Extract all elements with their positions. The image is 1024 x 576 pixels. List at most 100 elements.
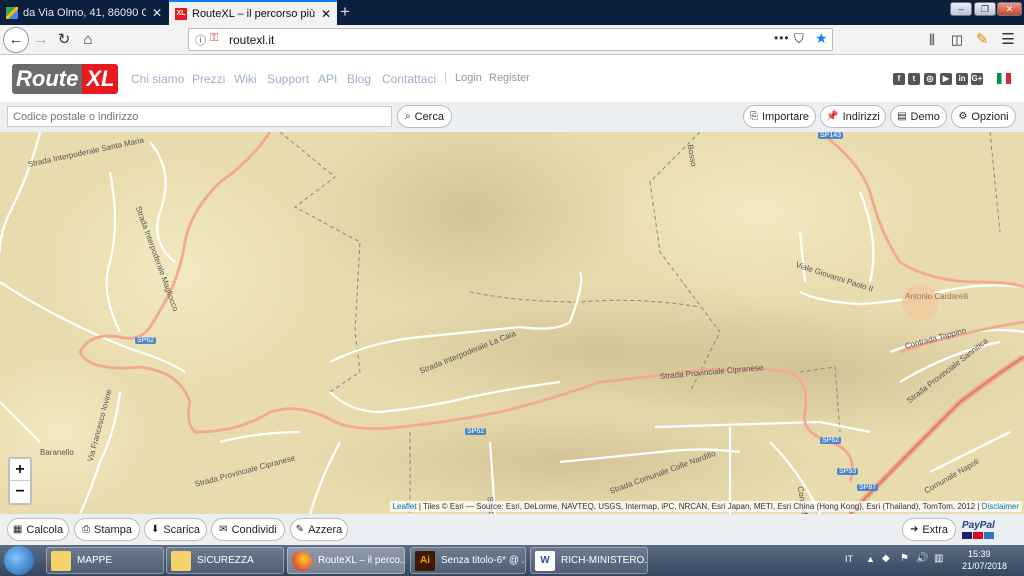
search-icon: ⌕ xyxy=(405,111,411,122)
road-shield: SP62 xyxy=(465,428,487,435)
sidebar-icon[interactable]: ◫ xyxy=(946,29,968,51)
info-icon[interactable]: ⓘ xyxy=(195,32,206,48)
tab-title: da Via Olmo, 41, 86090 Camere xyxy=(23,6,146,19)
print-button[interactable]: ⎙ Stampa xyxy=(74,518,140,541)
app-tray-icon[interactable]: ◆ xyxy=(882,553,890,564)
extension-icon[interactable]: ✎ xyxy=(971,29,993,51)
reset-button[interactable]: ✎ Azzera xyxy=(290,518,348,541)
menu-divider: | xyxy=(444,70,448,84)
routexl-logo[interactable]: Route XL xyxy=(12,64,119,94)
taskbar-item-illustrator[interactable]: Ai Senza titolo-6* @ ... xyxy=(410,547,526,574)
minimize-button[interactable]: – xyxy=(950,2,972,16)
options-button[interactable]: ⚙ Opzioni xyxy=(951,105,1016,128)
reload-icon[interactable]: ↻ xyxy=(53,29,75,51)
insecure-lock-icon: ⚿ xyxy=(210,32,219,44)
new-tab-button[interactable]: + xyxy=(340,2,350,22)
calculator-icon: ▦ xyxy=(12,524,23,535)
tab-routexl[interactable]: XL RouteXL – il percorso più rapido ✕ xyxy=(169,0,337,25)
restore-button[interactable]: ❐ xyxy=(974,2,996,16)
taskbar-item-sicurezza[interactable]: SICUREZZA xyxy=(166,547,284,574)
back-arrow-icon[interactable]: ← xyxy=(3,27,29,53)
taskbar-item-mappe[interactable]: MAPPE xyxy=(46,547,164,574)
url-text[interactable]: routexl.it xyxy=(229,33,274,47)
show-hidden-icons-icon[interactable]: ▲ xyxy=(866,554,875,564)
facebook-icon[interactable]: f xyxy=(893,73,905,85)
routexl-favicon: XL xyxy=(175,7,187,20)
instagram-icon[interactable]: ◎ xyxy=(924,73,936,85)
addresses-button[interactable]: 📌 Indirizzi xyxy=(820,105,886,128)
nav-link-chi-siamo[interactable]: Chi siamo xyxy=(131,72,184,86)
share-button[interactable]: ✉ Condividi xyxy=(211,518,285,541)
forward-arrow-icon[interactable]: → xyxy=(30,29,52,51)
road-shield: SP143 xyxy=(818,132,844,139)
nav-link-support[interactable]: Support xyxy=(267,72,309,86)
volume-icon[interactable]: 🔊 xyxy=(916,553,928,564)
youtube-icon[interactable]: ▶ xyxy=(940,73,952,85)
linkedin-icon[interactable]: in xyxy=(956,73,968,85)
word-document-icon: W xyxy=(535,550,555,571)
road-shield: SP87 xyxy=(857,484,879,491)
address-search-input[interactable] xyxy=(7,106,392,127)
map-label: Baranello xyxy=(40,448,74,457)
close-tab-icon[interactable]: ✕ xyxy=(321,7,331,21)
nav-link-blog[interactable]: Blog xyxy=(347,72,371,86)
bookmark-star-icon[interactable]: ★ xyxy=(815,30,828,47)
clock-date[interactable]: 21/07/2018 xyxy=(962,561,1007,571)
download-button[interactable]: ⬇ Scarica xyxy=(144,518,207,541)
site-header: Route XL Chi siamo Prezzi Wiki Support AP… xyxy=(0,56,1024,102)
browser-tab-bar: da Via Olmo, 41, 86090 Camere ✕ XL Route… xyxy=(0,0,1024,25)
search-button[interactable]: ⌕ Cerca xyxy=(397,105,452,128)
road-shield: SP62 xyxy=(135,337,157,344)
leaflet-link[interactable]: Leaflet xyxy=(393,502,417,511)
nav-link-register[interactable]: Register xyxy=(489,72,530,84)
nav-link-api[interactable]: API xyxy=(318,72,337,86)
extra-button[interactable]: ➜ Extra xyxy=(902,518,956,541)
taskbar-item-word[interactable]: W RICH-MINISTERO... xyxy=(530,547,648,574)
nav-link-wiki[interactable]: Wiki xyxy=(234,72,257,86)
nav-link-prezzi[interactable]: Prezzi xyxy=(192,72,225,86)
language-indicator[interactable]: IT xyxy=(845,554,853,564)
folder-icon xyxy=(51,550,71,571)
gear-icon: ⚙ xyxy=(958,111,968,122)
zoom-control: + − xyxy=(8,457,32,505)
nav-link-contattaci[interactable]: Contattaci xyxy=(382,72,436,86)
twitter-icon[interactable]: t xyxy=(908,73,920,85)
card-logos xyxy=(962,532,1000,539)
calculate-button[interactable]: ▦ Calcola xyxy=(7,518,69,541)
home-icon[interactable]: ⌂ xyxy=(77,29,99,51)
window-close-button[interactable]: ✕ xyxy=(997,2,1022,16)
pin-icon: 📌 xyxy=(826,111,839,122)
flag-icon[interactable]: ⚑ xyxy=(900,553,909,564)
paypal-logo[interactable]: PayPal xyxy=(962,517,1000,543)
map-view[interactable]: Strada Interpoderale Santa Maria Strada … xyxy=(0,132,1024,514)
arrow-right-icon: ➜ xyxy=(909,524,919,535)
italian-flag-icon[interactable] xyxy=(997,73,1011,84)
tab-title: RouteXL – il percorso più rapido xyxy=(192,7,315,20)
map-tiles xyxy=(0,132,1024,514)
network-icon[interactable]: ▥ xyxy=(934,553,943,564)
pocket-icon[interactable]: ⛉ xyxy=(794,31,804,47)
browser-nav-bar: ← → ↻ ⌂ ⓘ ⚿ routexl.it ••• ⛉ ★ ⫼ ◫ ✎ ☰ xyxy=(0,25,1024,55)
nav-link-login[interactable]: Login xyxy=(455,72,482,84)
demo-button[interactable]: ▤ Demo xyxy=(890,105,947,128)
firefox-icon xyxy=(292,550,312,571)
taskbar-item-firefox[interactable]: RouteXL – il perco... xyxy=(287,547,405,574)
book-icon: ▤ xyxy=(897,111,907,122)
page-actions-icon[interactable]: ••• xyxy=(774,31,790,45)
close-tab-icon[interactable]: ✕ xyxy=(152,6,162,20)
menu-icon[interactable]: ☰ xyxy=(997,29,1019,51)
google-maps-icon xyxy=(6,6,18,19)
googleplus-icon[interactable]: G+ xyxy=(971,73,983,85)
system-tray: IT ▲ ◆ ⚑ 🔊 ▥ 15:39 21/07/2018 xyxy=(840,545,1024,576)
disclaimer-link[interactable]: Disclaimer xyxy=(982,502,1019,511)
zoom-in-button[interactable]: + xyxy=(10,459,30,481)
zoom-out-button[interactable]: − xyxy=(10,481,30,503)
address-bar[interactable]: ⓘ ⚿ routexl.it ••• ⛉ ★ xyxy=(188,28,833,51)
print-icon: ⎙ xyxy=(82,524,91,535)
tab-google-maps[interactable]: da Via Olmo, 41, 86090 Camere ✕ xyxy=(0,0,168,25)
windows-start-icon[interactable] xyxy=(4,546,34,575)
clock-time[interactable]: 15:39 xyxy=(968,549,991,559)
windows-taskbar: MAPPE SICUREZZA RouteXL – il perco... Ai… xyxy=(0,545,1024,576)
library-icon[interactable]: ⫼ xyxy=(921,29,943,51)
import-button[interactable]: ⎘ Importare xyxy=(743,105,816,128)
